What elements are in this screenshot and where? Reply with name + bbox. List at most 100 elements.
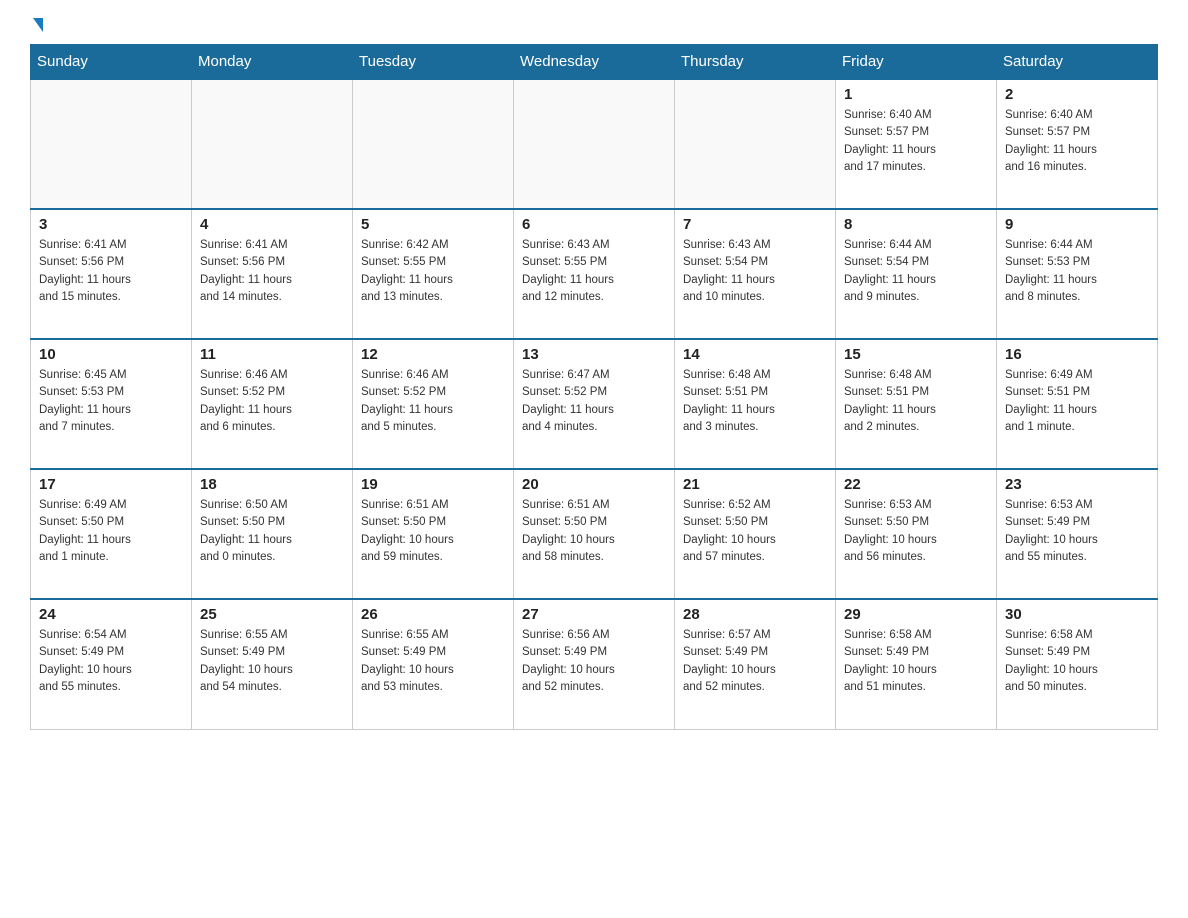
day-number: 28: [683, 606, 827, 623]
day-info: Sunrise: 6:40 AMSunset: 5:57 PMDaylight:…: [844, 107, 988, 176]
day-number: 6: [522, 216, 666, 233]
logo: [30, 20, 58, 34]
day-number: 23: [1005, 476, 1149, 493]
day-info: Sunrise: 6:55 AMSunset: 5:49 PMDaylight:…: [361, 627, 505, 696]
day-info: Sunrise: 6:54 AMSunset: 5:49 PMDaylight:…: [39, 627, 183, 696]
calendar-header-row: SundayMondayTuesdayWednesdayThursdayFrid…: [31, 45, 1158, 80]
day-info: Sunrise: 6:46 AMSunset: 5:52 PMDaylight:…: [200, 367, 344, 436]
day-info: Sunrise: 6:44 AMSunset: 5:54 PMDaylight:…: [844, 237, 988, 306]
day-info: Sunrise: 6:53 AMSunset: 5:50 PMDaylight:…: [844, 497, 988, 566]
calendar-cell: 19 Sunrise: 6:51 AMSunset: 5:50 PMDayligh…: [353, 469, 514, 599]
day-info: Sunrise: 6:53 AMSunset: 5:49 PMDaylight:…: [1005, 497, 1149, 566]
day-of-week-header: Monday: [192, 45, 353, 80]
day-number: 25: [200, 606, 344, 623]
day-number: 13: [522, 346, 666, 363]
calendar-cell: 26Sunrise: 6:55 AMSunset: 5:49 PMDayligh…: [353, 599, 514, 729]
day-info: Sunrise: 6:49 AMSunset: 5:51 PMDaylight:…: [1005, 367, 1149, 436]
calendar-cell: 21 Sunrise: 6:52 AMSunset: 5:50 PMDayligh…: [675, 469, 836, 599]
day-of-week-header: Saturday: [997, 45, 1158, 80]
calendar-cell: 25 Sunrise: 6:55 AMSunset: 5:49 PMDayligh…: [192, 599, 353, 729]
calendar-cell: 15 Sunrise: 6:48 AMSunset: 5:51 PMDayligh…: [836, 339, 997, 469]
day-number: 19: [361, 476, 505, 493]
calendar-cell: [353, 79, 514, 209]
calendar-table: SundayMondayTuesdayWednesdayThursdayFrid…: [30, 44, 1158, 730]
day-of-week-header: Thursday: [675, 45, 836, 80]
calendar-cell: 22 Sunrise: 6:53 AMSunset: 5:50 PMDayligh…: [836, 469, 997, 599]
calendar-cell: 11 Sunrise: 6:46 AMSunset: 5:52 PMDayligh…: [192, 339, 353, 469]
calendar-cell: 27 Sunrise: 6:56 AMSunset: 5:49 PMDayligh…: [514, 599, 675, 729]
calendar-cell: 6 Sunrise: 6:43 AMSunset: 5:55 PMDaylight…: [514, 209, 675, 339]
calendar-week-row: 1 Sunrise: 6:40 AMSunset: 5:57 PMDaylight…: [31, 79, 1158, 209]
calendar-cell: 30 Sunrise: 6:58 AMSunset: 5:49 PMDayligh…: [997, 599, 1158, 729]
day-of-week-header: Wednesday: [514, 45, 675, 80]
day-info: Sunrise: 6:40 AMSunset: 5:57 PMDaylight:…: [1005, 107, 1149, 176]
day-info: Sunrise: 6:43 AMSunset: 5:54 PMDaylight:…: [683, 237, 827, 306]
calendar-cell: 5 Sunrise: 6:42 AMSunset: 5:55 PMDaylight…: [353, 209, 514, 339]
calendar-cell: 17 Sunrise: 6:49 AMSunset: 5:50 PMDayligh…: [31, 469, 192, 599]
day-number: 1: [844, 86, 988, 103]
calendar-week-row: 17 Sunrise: 6:49 AMSunset: 5:50 PMDayligh…: [31, 469, 1158, 599]
day-info: Sunrise: 6:55 AMSunset: 5:49 PMDaylight:…: [200, 627, 344, 696]
calendar-cell: 24 Sunrise: 6:54 AMSunset: 5:49 PMDayligh…: [31, 599, 192, 729]
day-number: 17: [39, 476, 183, 493]
day-of-week-header: Friday: [836, 45, 997, 80]
day-info: Sunrise: 6:49 AMSunset: 5:50 PMDaylight:…: [39, 497, 183, 566]
day-info: Sunrise: 6:51 AMSunset: 5:50 PMDaylight:…: [522, 497, 666, 566]
calendar-week-row: 10Sunrise: 6:45 AMSunset: 5:53 PMDayligh…: [31, 339, 1158, 469]
day-number: 16: [1005, 346, 1149, 363]
calendar-cell: 14 Sunrise: 6:48 AMSunset: 5:51 PMDayligh…: [675, 339, 836, 469]
day-info: Sunrise: 6:48 AMSunset: 5:51 PMDaylight:…: [683, 367, 827, 436]
day-info: Sunrise: 6:57 AMSunset: 5:49 PMDaylight:…: [683, 627, 827, 696]
calendar-week-row: 24 Sunrise: 6:54 AMSunset: 5:49 PMDayligh…: [31, 599, 1158, 729]
day-of-week-header: Tuesday: [353, 45, 514, 80]
calendar-cell: 3 Sunrise: 6:41 AMSunset: 5:56 PMDaylight…: [31, 209, 192, 339]
day-info: Sunrise: 6:41 AMSunset: 5:56 PMDaylight:…: [200, 237, 344, 306]
calendar-cell: 28 Sunrise: 6:57 AMSunset: 5:49 PMDayligh…: [675, 599, 836, 729]
day-info: Sunrise: 6:58 AMSunset: 5:49 PMDaylight:…: [1005, 627, 1149, 696]
calendar-cell: 20 Sunrise: 6:51 AMSunset: 5:50 PMDayligh…: [514, 469, 675, 599]
calendar-cell: 13 Sunrise: 6:47 AMSunset: 5:52 PMDayligh…: [514, 339, 675, 469]
day-number: 11: [200, 346, 344, 363]
calendar-cell: [514, 79, 675, 209]
day-number: 29: [844, 606, 988, 623]
day-number: 2: [1005, 86, 1149, 103]
day-number: 7: [683, 216, 827, 233]
day-number: 5: [361, 216, 505, 233]
calendar-cell: [192, 79, 353, 209]
day-number: 15: [844, 346, 988, 363]
day-info: Sunrise: 6:52 AMSunset: 5:50 PMDaylight:…: [683, 497, 827, 566]
calendar-cell: 12 Sunrise: 6:46 AMSunset: 5:52 PMDayligh…: [353, 339, 514, 469]
day-number: 27: [522, 606, 666, 623]
day-info: Sunrise: 6:44 AMSunset: 5:53 PMDaylight:…: [1005, 237, 1149, 306]
day-number: 4: [200, 216, 344, 233]
day-info: Sunrise: 6:42 AMSunset: 5:55 PMDaylight:…: [361, 237, 505, 306]
day-info: Sunrise: 6:51 AMSunset: 5:50 PMDaylight:…: [361, 497, 505, 566]
calendar-cell: 1 Sunrise: 6:40 AMSunset: 5:57 PMDaylight…: [836, 79, 997, 209]
day-number: 22: [844, 476, 988, 493]
day-number: 30: [1005, 606, 1149, 623]
day-number: 24: [39, 606, 183, 623]
calendar-cell: 8Sunrise: 6:44 AMSunset: 5:54 PMDaylight…: [836, 209, 997, 339]
day-number: 3: [39, 216, 183, 233]
day-info: Sunrise: 6:46 AMSunset: 5:52 PMDaylight:…: [361, 367, 505, 436]
calendar-cell: 7 Sunrise: 6:43 AMSunset: 5:54 PMDaylight…: [675, 209, 836, 339]
calendar-cell: [31, 79, 192, 209]
calendar-cell: 16 Sunrise: 6:49 AMSunset: 5:51 PMDayligh…: [997, 339, 1158, 469]
day-info: Sunrise: 6:43 AMSunset: 5:55 PMDaylight:…: [522, 237, 666, 306]
day-info: Sunrise: 6:50 AMSunset: 5:50 PMDaylight:…: [200, 497, 344, 566]
day-info: Sunrise: 6:56 AMSunset: 5:49 PMDaylight:…: [522, 627, 666, 696]
day-number: 14: [683, 346, 827, 363]
day-number: 9: [1005, 216, 1149, 233]
day-info: Sunrise: 6:48 AMSunset: 5:51 PMDaylight:…: [844, 367, 988, 436]
day-info: Sunrise: 6:47 AMSunset: 5:52 PMDaylight:…: [522, 367, 666, 436]
calendar-cell: 10Sunrise: 6:45 AMSunset: 5:53 PMDayligh…: [31, 339, 192, 469]
day-number: 20: [522, 476, 666, 493]
day-number: 10: [39, 346, 183, 363]
calendar-cell: 4 Sunrise: 6:41 AMSunset: 5:56 PMDaylight…: [192, 209, 353, 339]
day-info: Sunrise: 6:41 AMSunset: 5:56 PMDaylight:…: [39, 237, 183, 306]
day-number: 12: [361, 346, 505, 363]
day-number: 21: [683, 476, 827, 493]
calendar-cell: 23 Sunrise: 6:53 AMSunset: 5:49 PMDayligh…: [997, 469, 1158, 599]
calendar-cell: [675, 79, 836, 209]
calendar-cell: 29Sunrise: 6:58 AMSunset: 5:49 PMDayligh…: [836, 599, 997, 729]
